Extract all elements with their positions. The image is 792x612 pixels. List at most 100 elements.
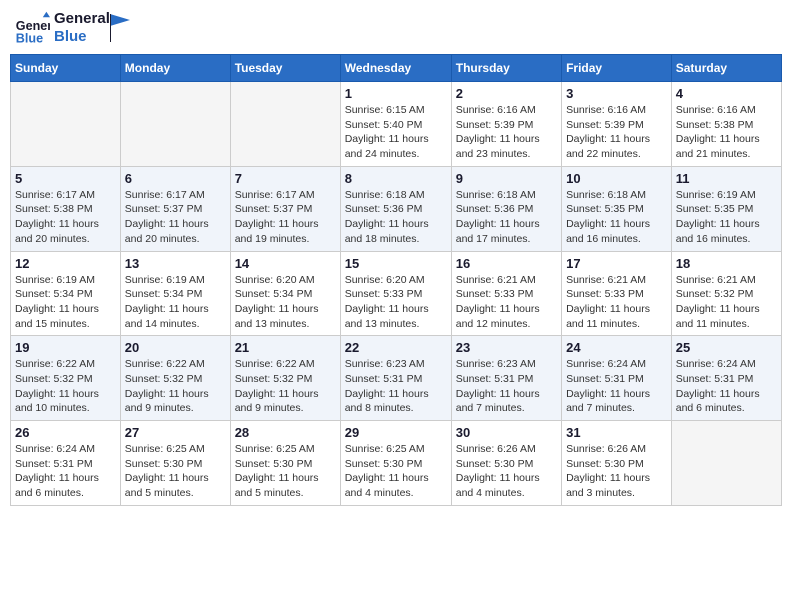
- calendar-day-cell: 23 Sunrise: 6:23 AM Sunset: 5:31 PM Dayli…: [451, 336, 561, 421]
- calendar-day-cell: 24 Sunrise: 6:24 AM Sunset: 5:31 PM Dayli…: [562, 336, 672, 421]
- calendar-day-cell: [230, 82, 340, 167]
- day-info: Sunrise: 6:25 AM Sunset: 5:30 PM Dayligh…: [125, 442, 226, 501]
- day-info: Sunrise: 6:25 AM Sunset: 5:30 PM Dayligh…: [235, 442, 336, 501]
- day-info: Sunrise: 6:22 AM Sunset: 5:32 PM Dayligh…: [125, 357, 226, 416]
- day-info: Sunrise: 6:25 AM Sunset: 5:30 PM Dayligh…: [345, 442, 447, 501]
- calendar-day-cell: 3 Sunrise: 6:16 AM Sunset: 5:39 PM Daylig…: [562, 82, 672, 167]
- calendar-day-cell: 8 Sunrise: 6:18 AM Sunset: 5:36 PM Daylig…: [340, 166, 451, 251]
- calendar-day-cell: 2 Sunrise: 6:16 AM Sunset: 5:39 PM Daylig…: [451, 82, 561, 167]
- calendar-day-cell: 7 Sunrise: 6:17 AM Sunset: 5:37 PM Daylig…: [230, 166, 340, 251]
- calendar-week-row: 5 Sunrise: 6:17 AM Sunset: 5:38 PM Daylig…: [11, 166, 782, 251]
- day-number: 14: [235, 256, 336, 271]
- calendar-day-cell: 5 Sunrise: 6:17 AM Sunset: 5:38 PM Daylig…: [11, 166, 121, 251]
- calendar-day-cell: 9 Sunrise: 6:18 AM Sunset: 5:36 PM Daylig…: [451, 166, 561, 251]
- day-number: 5: [15, 171, 116, 186]
- calendar-day-cell: 29 Sunrise: 6:25 AM Sunset: 5:30 PM Dayli…: [340, 421, 451, 506]
- calendar-day-cell: 16Sunrise: 6:21 AM Sunset: 5:33 PM Dayli…: [451, 251, 561, 336]
- calendar-day-header: Sunday: [11, 55, 121, 82]
- day-number: 16: [456, 256, 557, 271]
- day-info: Sunrise: 6:16 AM Sunset: 5:39 PM Dayligh…: [566, 103, 667, 162]
- day-info: Sunrise: 6:21 AM Sunset: 5:33 PM Dayligh…: [566, 273, 667, 332]
- calendar-day-cell: 26Sunrise: 6:24 AM Sunset: 5:31 PM Dayli…: [11, 421, 121, 506]
- day-info: Sunrise: 6:18 AM Sunset: 5:36 PM Dayligh…: [456, 188, 557, 247]
- calendar-day-cell: 28 Sunrise: 6:25 AM Sunset: 5:30 PM Dayli…: [230, 421, 340, 506]
- calendar-day-cell: 4 Sunrise: 6:16 AM Sunset: 5:38 PM Daylig…: [671, 82, 781, 167]
- day-number: 27: [125, 425, 226, 440]
- calendar-day-cell: 12Sunrise: 6:19 AM Sunset: 5:34 PM Dayli…: [11, 251, 121, 336]
- day-number: 31: [566, 425, 667, 440]
- calendar-table: SundayMondayTuesdayWednesdayThursdayFrid…: [10, 54, 782, 506]
- day-info: Sunrise: 6:23 AM Sunset: 5:31 PM Dayligh…: [345, 357, 447, 416]
- calendar-day-cell: [120, 82, 230, 167]
- calendar-day-cell: 22 Sunrise: 6:23 AM Sunset: 5:31 PM Dayli…: [340, 336, 451, 421]
- calendar-header-row: SundayMondayTuesdayWednesdayThursdayFrid…: [11, 55, 782, 82]
- calendar-week-row: 1Sunrise: 6:15 AM Sunset: 5:40 PM Daylig…: [11, 82, 782, 167]
- day-info: Sunrise: 6:16 AM Sunset: 5:38 PM Dayligh…: [676, 103, 777, 162]
- day-number: 18: [676, 256, 777, 271]
- calendar-day-cell: 27 Sunrise: 6:25 AM Sunset: 5:30 PM Dayli…: [120, 421, 230, 506]
- day-number: 29: [345, 425, 447, 440]
- day-info: Sunrise: 6:22 AM Sunset: 5:32 PM Dayligh…: [15, 357, 116, 416]
- calendar-day-header: Tuesday: [230, 55, 340, 82]
- day-number: 19: [15, 340, 116, 355]
- day-info: Sunrise: 6:24 AM Sunset: 5:31 PM Dayligh…: [15, 442, 116, 501]
- day-number: 15: [345, 256, 447, 271]
- day-number: 9: [456, 171, 557, 186]
- day-info: Sunrise: 6:19 AM Sunset: 5:35 PM Dayligh…: [676, 188, 777, 247]
- day-info: Sunrise: 6:24 AM Sunset: 5:31 PM Dayligh…: [676, 357, 777, 416]
- day-number: 22: [345, 340, 447, 355]
- day-info: Sunrise: 6:17 AM Sunset: 5:38 PM Dayligh…: [15, 188, 116, 247]
- calendar-day-cell: 14 Sunrise: 6:20 AM Sunset: 5:34 PM Dayli…: [230, 251, 340, 336]
- calendar-day-cell: 30Sunrise: 6:26 AM Sunset: 5:30 PM Dayli…: [451, 421, 561, 506]
- day-info: Sunrise: 6:18 AM Sunset: 5:36 PM Dayligh…: [345, 188, 447, 247]
- day-number: 28: [235, 425, 336, 440]
- svg-text:Blue: Blue: [16, 31, 43, 45]
- day-number: 3: [566, 86, 667, 101]
- day-number: 7: [235, 171, 336, 186]
- day-number: 25: [676, 340, 777, 355]
- day-number: 30: [456, 425, 557, 440]
- day-number: 21: [235, 340, 336, 355]
- calendar-day-cell: 13Sunrise: 6:19 AM Sunset: 5:34 PM Dayli…: [120, 251, 230, 336]
- day-info: Sunrise: 6:15 AM Sunset: 5:40 PM Dayligh…: [345, 103, 447, 162]
- day-info: Sunrise: 6:19 AM Sunset: 5:34 PM Dayligh…: [125, 273, 226, 332]
- day-number: 4: [676, 86, 777, 101]
- calendar-day-header: Wednesday: [340, 55, 451, 82]
- page-header: General Blue General Blue: [10, 10, 782, 46]
- calendar-day-cell: 15 Sunrise: 6:20 AM Sunset: 5:33 PM Dayli…: [340, 251, 451, 336]
- day-number: 11: [676, 171, 777, 186]
- day-number: 2: [456, 86, 557, 101]
- day-number: 24: [566, 340, 667, 355]
- day-info: Sunrise: 6:24 AM Sunset: 5:31 PM Dayligh…: [566, 357, 667, 416]
- calendar-body: 1Sunrise: 6:15 AM Sunset: 5:40 PM Daylig…: [11, 82, 782, 506]
- logo-blue: Blue: [54, 28, 110, 46]
- day-number: 12: [15, 256, 116, 271]
- day-number: 23: [456, 340, 557, 355]
- logo-flag-icon: [110, 14, 130, 42]
- day-info: Sunrise: 6:20 AM Sunset: 5:34 PM Dayligh…: [235, 273, 336, 332]
- calendar-day-header: Monday: [120, 55, 230, 82]
- calendar-day-cell: 6 Sunrise: 6:17 AM Sunset: 5:37 PM Daylig…: [120, 166, 230, 251]
- calendar-day-cell: [671, 421, 781, 506]
- day-info: Sunrise: 6:16 AM Sunset: 5:39 PM Dayligh…: [456, 103, 557, 162]
- day-info: Sunrise: 6:17 AM Sunset: 5:37 PM Dayligh…: [125, 188, 226, 247]
- day-info: Sunrise: 6:17 AM Sunset: 5:37 PM Dayligh…: [235, 188, 336, 247]
- calendar-day-cell: 19 Sunrise: 6:22 AM Sunset: 5:32 PM Dayli…: [11, 336, 121, 421]
- calendar-week-row: 19 Sunrise: 6:22 AM Sunset: 5:32 PM Dayli…: [11, 336, 782, 421]
- calendar-day-cell: 20Sunrise: 6:22 AM Sunset: 5:32 PM Dayli…: [120, 336, 230, 421]
- day-number: 8: [345, 171, 447, 186]
- calendar-week-row: 12 Sunrise: 6:19 AM Sunset: 5:34 PM Dayli…: [11, 251, 782, 336]
- calendar-day-cell: 10Sunrise: 6:18 AM Sunset: 5:35 PM Dayli…: [562, 166, 672, 251]
- day-number: 10: [566, 171, 667, 186]
- day-number: 6: [125, 171, 226, 186]
- day-info: Sunrise: 6:20 AM Sunset: 5:33 PM Dayligh…: [345, 273, 447, 332]
- day-number: 17: [566, 256, 667, 271]
- calendar-day-header: Thursday: [451, 55, 561, 82]
- calendar-day-cell: 25 Sunrise: 6:24 AM Sunset: 5:31 PM Dayli…: [671, 336, 781, 421]
- logo: General Blue General Blue: [14, 10, 130, 46]
- day-info: Sunrise: 6:23 AM Sunset: 5:31 PM Dayligh…: [456, 357, 557, 416]
- day-info: Sunrise: 6:26 AM Sunset: 5:30 PM Dayligh…: [566, 442, 667, 501]
- calendar-day-cell: 18Sunrise: 6:21 AM Sunset: 5:32 PM Dayli…: [671, 251, 781, 336]
- calendar-day-cell: 11 Sunrise: 6:19 AM Sunset: 5:35 PM Dayli…: [671, 166, 781, 251]
- logo-icon: General Blue: [14, 10, 50, 46]
